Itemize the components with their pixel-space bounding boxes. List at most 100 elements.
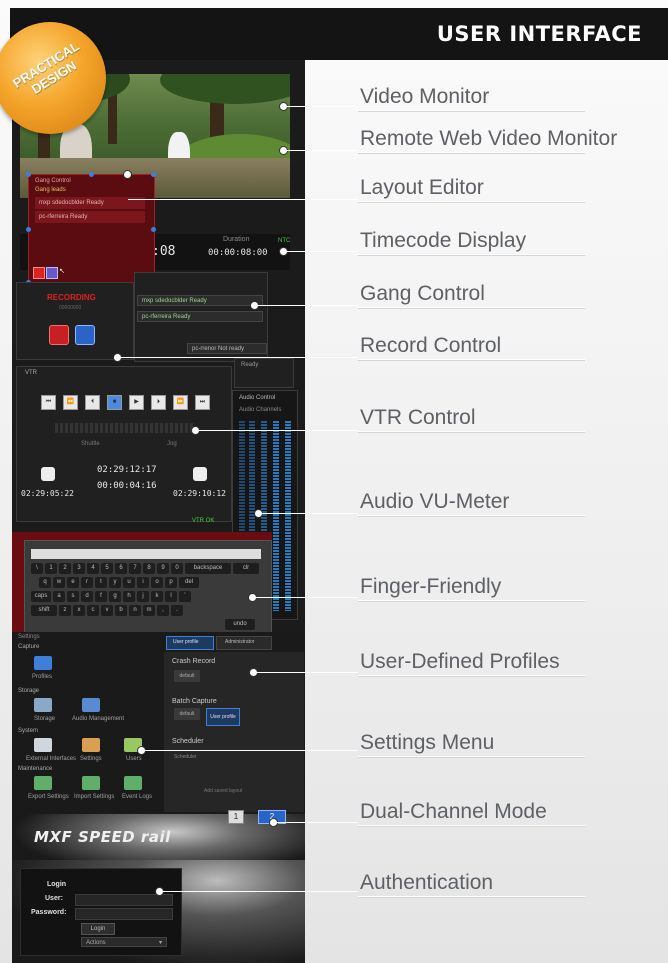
- key[interactable]: x: [73, 605, 85, 616]
- key[interactable]: 0: [171, 563, 183, 574]
- channel-1-button[interactable]: 1: [228, 810, 244, 824]
- key[interactable]: 2: [59, 563, 71, 574]
- key[interactable]: l: [165, 591, 177, 602]
- key-shift[interactable]: shift: [31, 605, 57, 616]
- key[interactable]: u: [123, 577, 135, 588]
- settings-item[interactable]: Export Settings: [28, 794, 69, 800]
- forward-end-button[interactable]: ⏭: [195, 395, 210, 410]
- key[interactable]: 6: [115, 563, 127, 574]
- key[interactable]: i: [137, 577, 149, 588]
- key[interactable]: .: [171, 605, 183, 616]
- layout-stop-button[interactable]: [46, 267, 58, 279]
- profiles-icon[interactable]: [34, 656, 52, 670]
- settings-item[interactable]: Event Logs: [122, 794, 152, 800]
- key[interactable]: 9: [157, 563, 169, 574]
- key[interactable]: 4: [87, 563, 99, 574]
- key[interactable]: m: [143, 605, 155, 616]
- key[interactable]: e: [67, 577, 79, 588]
- settings-icon[interactable]: [82, 738, 100, 752]
- settings-item[interactable]: Profiles: [32, 674, 52, 680]
- gang-row[interactable]: pc-rrenor Not ready: [187, 343, 267, 354]
- key[interactable]: w: [53, 577, 65, 588]
- resize-handle[interactable]: [89, 172, 94, 177]
- gang-row[interactable]: mxp sdedocblder Ready: [137, 295, 263, 306]
- step-back-button[interactable]: ⏴: [85, 395, 100, 410]
- add-saved-layout[interactable]: Add saved layout: [204, 788, 242, 794]
- key[interactable]: ': [179, 591, 191, 602]
- gang-row[interactable]: pc-rferreira Ready: [137, 311, 263, 322]
- password-input[interactable]: [75, 908, 173, 920]
- key[interactable]: j: [137, 591, 149, 602]
- settings-item[interactable]: Storage: [34, 716, 55, 722]
- rewind-start-button[interactable]: ⏮: [41, 395, 56, 410]
- key[interactable]: y: [109, 577, 121, 588]
- shuttle-slider[interactable]: [55, 423, 195, 433]
- key[interactable]: a: [53, 591, 65, 602]
- actions-label: Actions: [86, 940, 106, 946]
- settings-item[interactable]: External Interfaces: [26, 756, 76, 762]
- resize-handle[interactable]: [151, 227, 156, 232]
- key[interactable]: 8: [143, 563, 155, 574]
- batch-default-button[interactable]: default: [174, 708, 200, 720]
- key[interactable]: v: [101, 605, 113, 616]
- key[interactable]: q: [39, 577, 51, 588]
- key[interactable]: n: [129, 605, 141, 616]
- tab-administrator[interactable]: Administrator: [216, 636, 272, 650]
- jog-forward-button[interactable]: [193, 467, 207, 481]
- key[interactable]: o: [151, 577, 163, 588]
- step-forward-button[interactable]: ⏵: [151, 395, 166, 410]
- settings-item[interactable]: Settings: [80, 756, 102, 762]
- jog-back-button[interactable]: [41, 467, 55, 481]
- tab-user-profile[interactable]: User profile: [166, 636, 214, 650]
- key[interactable]: 3: [73, 563, 85, 574]
- key-backspace[interactable]: backspace: [185, 563, 231, 574]
- key[interactable]: 5: [101, 563, 113, 574]
- key-undo[interactable]: undo: [225, 619, 255, 630]
- settings-item[interactable]: Import Settings: [74, 794, 114, 800]
- layout-record-button[interactable]: [33, 267, 45, 279]
- layout-editor-row[interactable]: pc-rferreira Ready: [35, 211, 145, 223]
- crash-record-default-button[interactable]: default: [174, 670, 200, 682]
- key[interactable]: g: [109, 591, 121, 602]
- stop-button[interactable]: [75, 325, 95, 345]
- key[interactable]: s: [67, 591, 79, 602]
- resize-handle[interactable]: [26, 227, 31, 232]
- key[interactable]: 1: [45, 563, 57, 574]
- storage-icon[interactable]: [34, 698, 52, 712]
- resize-handle[interactable]: [26, 172, 31, 177]
- fast-forward-button[interactable]: ⏩: [173, 395, 188, 410]
- resize-handle[interactable]: [151, 172, 156, 177]
- key[interactable]: r: [81, 577, 93, 588]
- keyboard-input-field[interactable]: [31, 549, 261, 559]
- layout-editor-panel[interactable]: Gang Control Gang leads mxp sdedocblder …: [26, 172, 156, 285]
- rewind-button[interactable]: ⏪: [63, 395, 78, 410]
- record-button[interactable]: [49, 325, 69, 345]
- key-caps[interactable]: caps: [31, 591, 51, 602]
- key[interactable]: c: [87, 605, 99, 616]
- play-button[interactable]: ▶: [129, 395, 144, 410]
- key[interactable]: \: [31, 563, 43, 574]
- login-button[interactable]: Login: [81, 923, 115, 935]
- external-interfaces-icon[interactable]: [34, 738, 52, 752]
- settings-item[interactable]: Audio Management: [72, 716, 124, 722]
- settings-item[interactable]: Users: [126, 756, 142, 762]
- key-clear[interactable]: clr: [233, 563, 259, 574]
- export-settings-icon[interactable]: [34, 776, 52, 790]
- key[interactable]: 7: [129, 563, 141, 574]
- event-logs-icon[interactable]: [124, 776, 142, 790]
- key[interactable]: d: [81, 591, 93, 602]
- key[interactable]: k: [151, 591, 163, 602]
- key[interactable]: f: [95, 591, 107, 602]
- key[interactable]: b: [115, 605, 127, 616]
- batch-user-profile-button[interactable]: User profile: [206, 708, 240, 726]
- key[interactable]: t: [95, 577, 107, 588]
- stop-vtr-button[interactable]: ■: [107, 395, 122, 410]
- key[interactable]: h: [123, 591, 135, 602]
- actions-dropdown[interactable]: Actions ▾: [81, 937, 167, 947]
- key[interactable]: ,: [157, 605, 169, 616]
- key-delete[interactable]: del: [179, 577, 199, 588]
- audio-management-icon[interactable]: [82, 698, 100, 712]
- key[interactable]: p: [165, 577, 177, 588]
- key[interactable]: z: [59, 605, 71, 616]
- import-settings-icon[interactable]: [82, 776, 100, 790]
